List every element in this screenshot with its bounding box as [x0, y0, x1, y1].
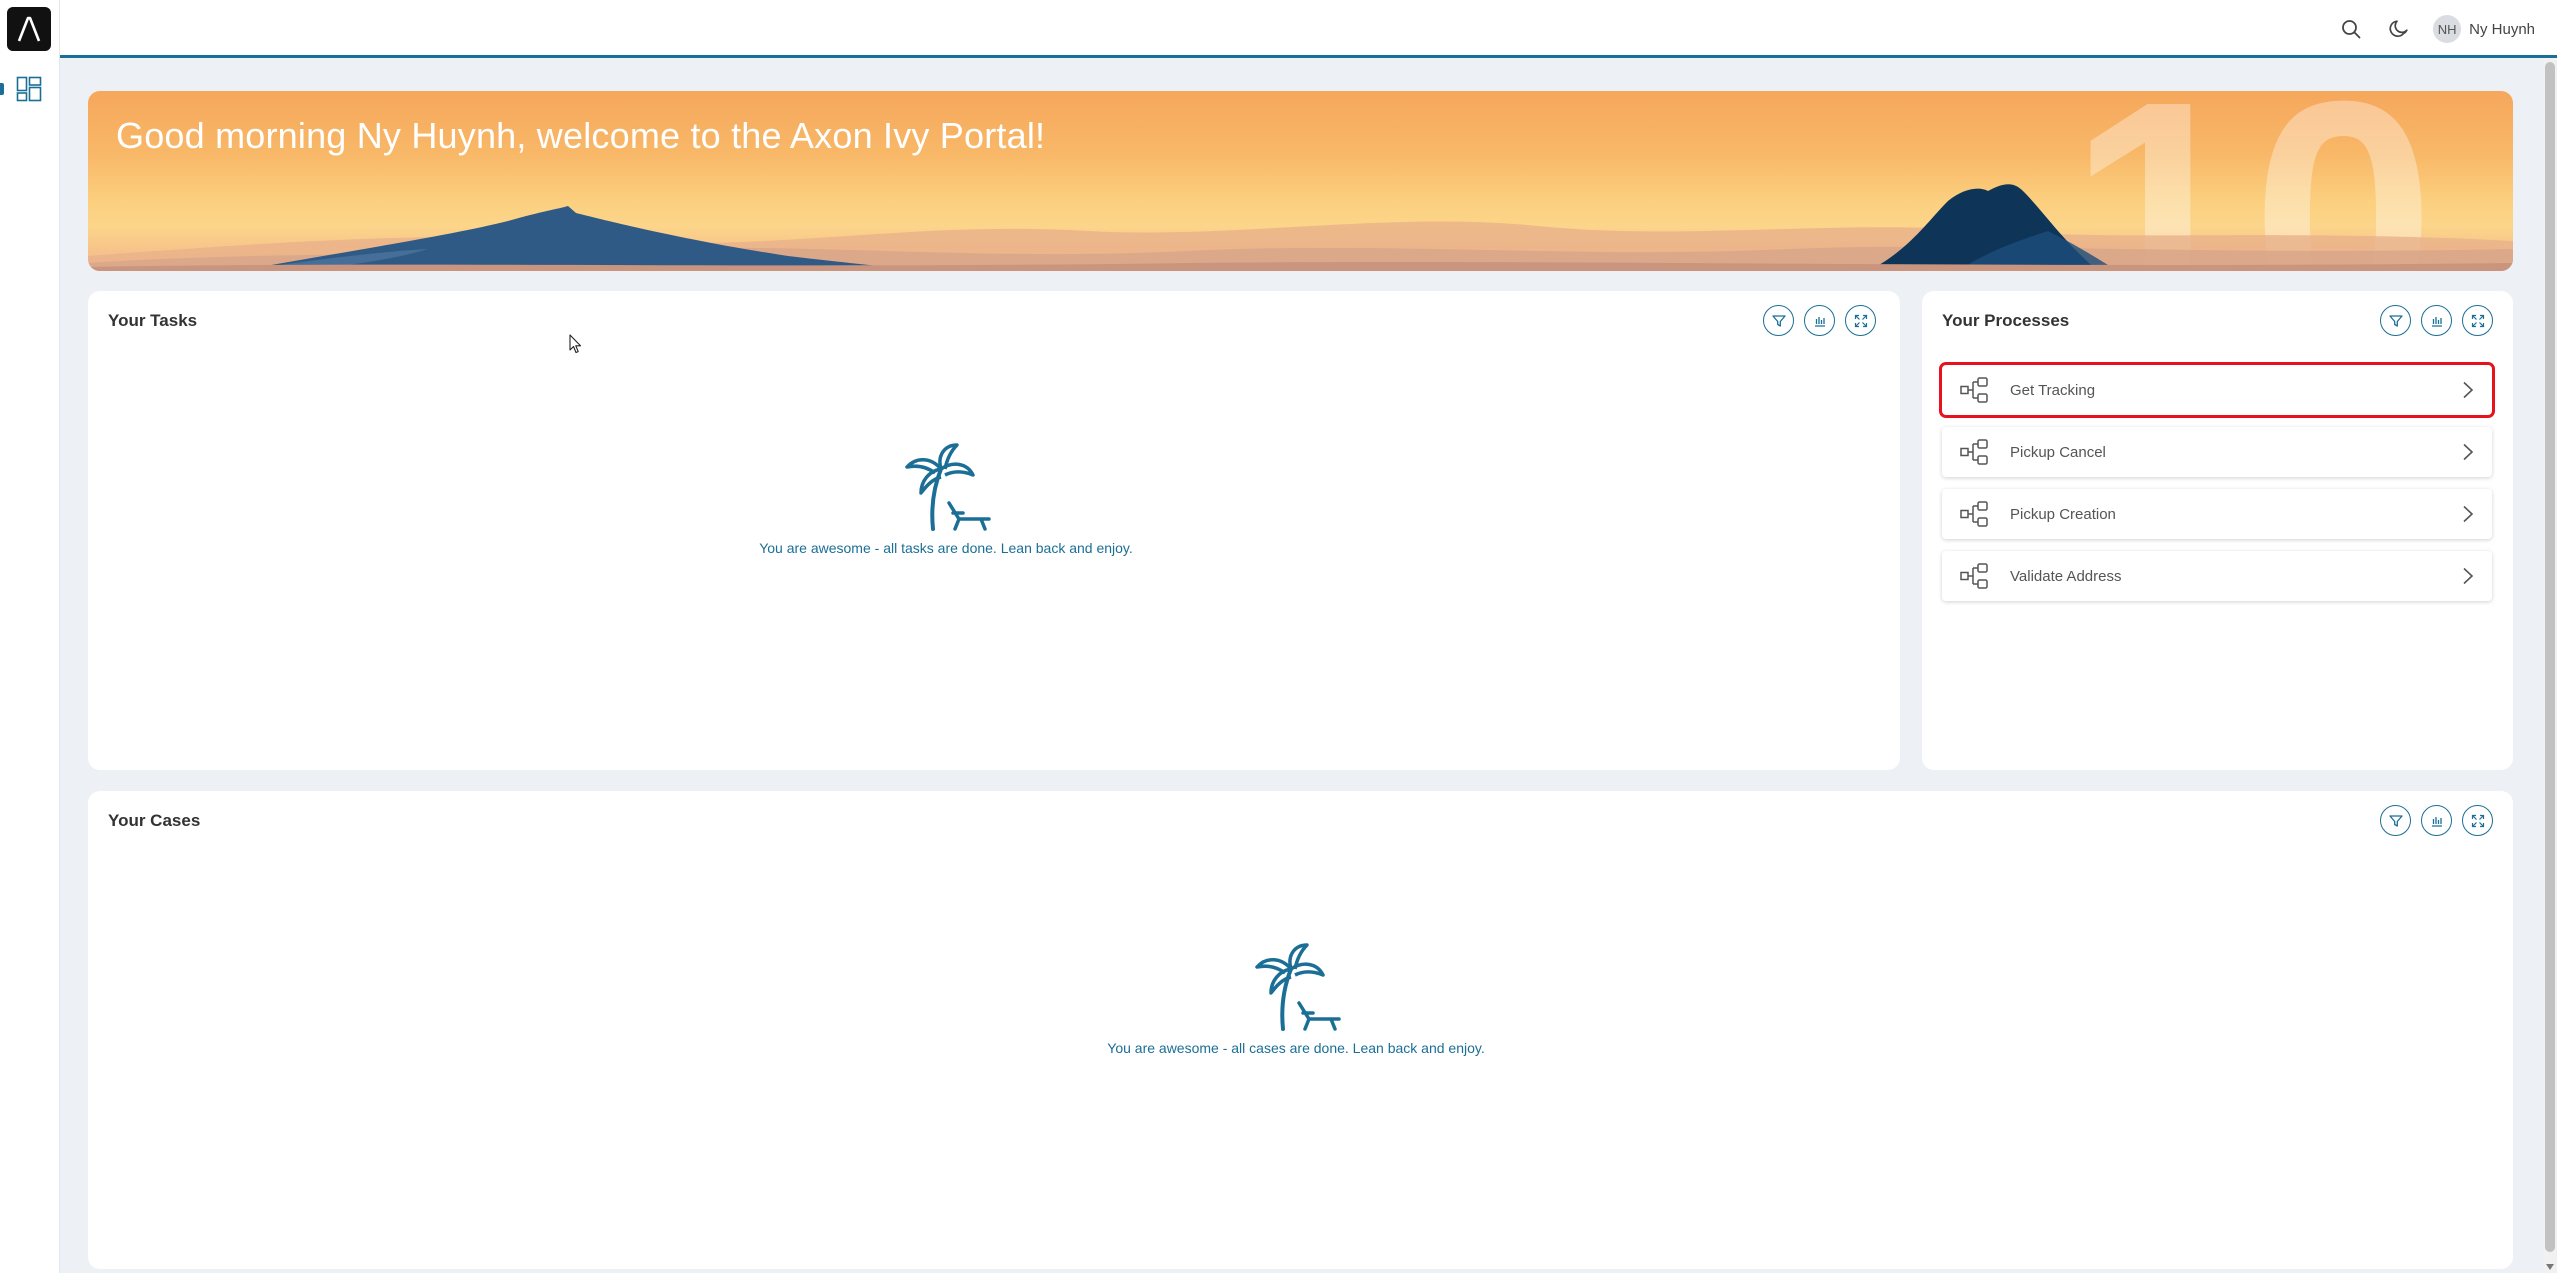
nav-active-indicator: [0, 83, 4, 95]
cases-title: Your Cases: [108, 811, 201, 830]
moon-icon: [2389, 20, 2408, 38]
lambda-icon: [17, 16, 41, 42]
chevron-right-icon: [2463, 567, 2474, 585]
processes-widget: Your Processes Get Tracking Pickup Cance…: [1922, 291, 2513, 770]
processes-expand-button[interactable]: [2462, 305, 2493, 336]
tasks-empty-message: You are awesome - all tasks are done. Le…: [759, 540, 1133, 556]
palm-tree-icon: [905, 443, 991, 531]
greeting-text: Good morning Ny Huynh, welcome to the Ax…: [116, 115, 1046, 156]
chevron-right-icon: [2463, 505, 2474, 523]
dashboard-icon: [16, 76, 42, 102]
mouse-cursor-icon: [569, 334, 582, 354]
sidebar-item-dashboard[interactable]: [12, 72, 46, 106]
expand-icon: [2471, 314, 2484, 327]
page-scrollbar[interactable]: [2543, 58, 2557, 1273]
cases-columns-button[interactable]: [2421, 805, 2452, 836]
process-item-get-tracking[interactable]: Get Tracking: [1939, 362, 2495, 418]
axon-ivy-logo[interactable]: [7, 7, 51, 51]
topbar: NH Ny Huynh: [60, 0, 2557, 58]
cases-widget: Your Cases You are awesome - all cases a…: [88, 791, 2513, 1269]
chevron-right-icon: [2463, 381, 2474, 399]
welcome-banner: 10 Good morning Ny Huynh, welcome to the…: [88, 91, 2513, 271]
theme-toggle-button[interactable]: [2385, 15, 2413, 43]
search-button[interactable]: [2337, 15, 2365, 43]
scrollbar-thumb[interactable]: [2545, 62, 2555, 1252]
expand-icon: [2471, 814, 2484, 827]
sidebar: [0, 0, 60, 1273]
avatar: NH: [2433, 15, 2462, 43]
filter-icon: [1771, 314, 1786, 327]
tasks-expand-button[interactable]: [1845, 305, 1876, 336]
process-item-pickup-cancel[interactable]: Pickup Cancel: [1942, 427, 2492, 477]
chevron-right-icon: [2463, 443, 2474, 461]
cases-empty-message: You are awesome - all cases are done. Le…: [1107, 1040, 1485, 1056]
processes-columns-button[interactable]: [2421, 305, 2452, 336]
column-config-icon: [2431, 316, 2442, 327]
process-flow-icon: [1960, 563, 1988, 589]
processes-title: Your Processes: [1942, 311, 2070, 330]
expand-icon: [1854, 314, 1867, 327]
process-flow-icon: [1960, 377, 1988, 403]
process-item-validate-address[interactable]: Validate Address: [1942, 551, 2492, 601]
tasks-columns-button[interactable]: [1804, 305, 1835, 336]
scroll-down-arrow-icon[interactable]: [2546, 1264, 2554, 1270]
process-label: Get Tracking: [2010, 381, 2096, 399]
tasks-widget: Your Tasks You are awesome - all tasks a…: [88, 291, 1900, 770]
process-flow-icon: [1960, 439, 1988, 465]
user-name: Ny Huynh: [2469, 20, 2535, 38]
palm-tree-icon: [1255, 943, 1341, 1031]
process-flow-icon: [1960, 501, 1988, 527]
search-icon: [2342, 20, 2361, 39]
user-menu[interactable]: NH Ny Huynh: [2433, 15, 2535, 43]
tasks-title: Your Tasks: [108, 311, 198, 330]
cases-filter-button[interactable]: [2380, 805, 2411, 836]
column-config-icon: [1814, 316, 1825, 327]
processes-filter-button[interactable]: [2380, 305, 2411, 336]
process-item-pickup-creation[interactable]: Pickup Creation: [1942, 489, 2492, 539]
process-label: Pickup Cancel: [2010, 443, 2106, 461]
filter-icon: [2388, 814, 2403, 827]
column-config-icon: [2431, 816, 2442, 827]
cases-expand-button[interactable]: [2462, 805, 2493, 836]
tasks-filter-button[interactable]: [1763, 305, 1794, 336]
process-label: Pickup Creation: [2010, 505, 2116, 523]
process-label: Validate Address: [2010, 567, 2122, 585]
filter-icon: [2388, 314, 2403, 327]
